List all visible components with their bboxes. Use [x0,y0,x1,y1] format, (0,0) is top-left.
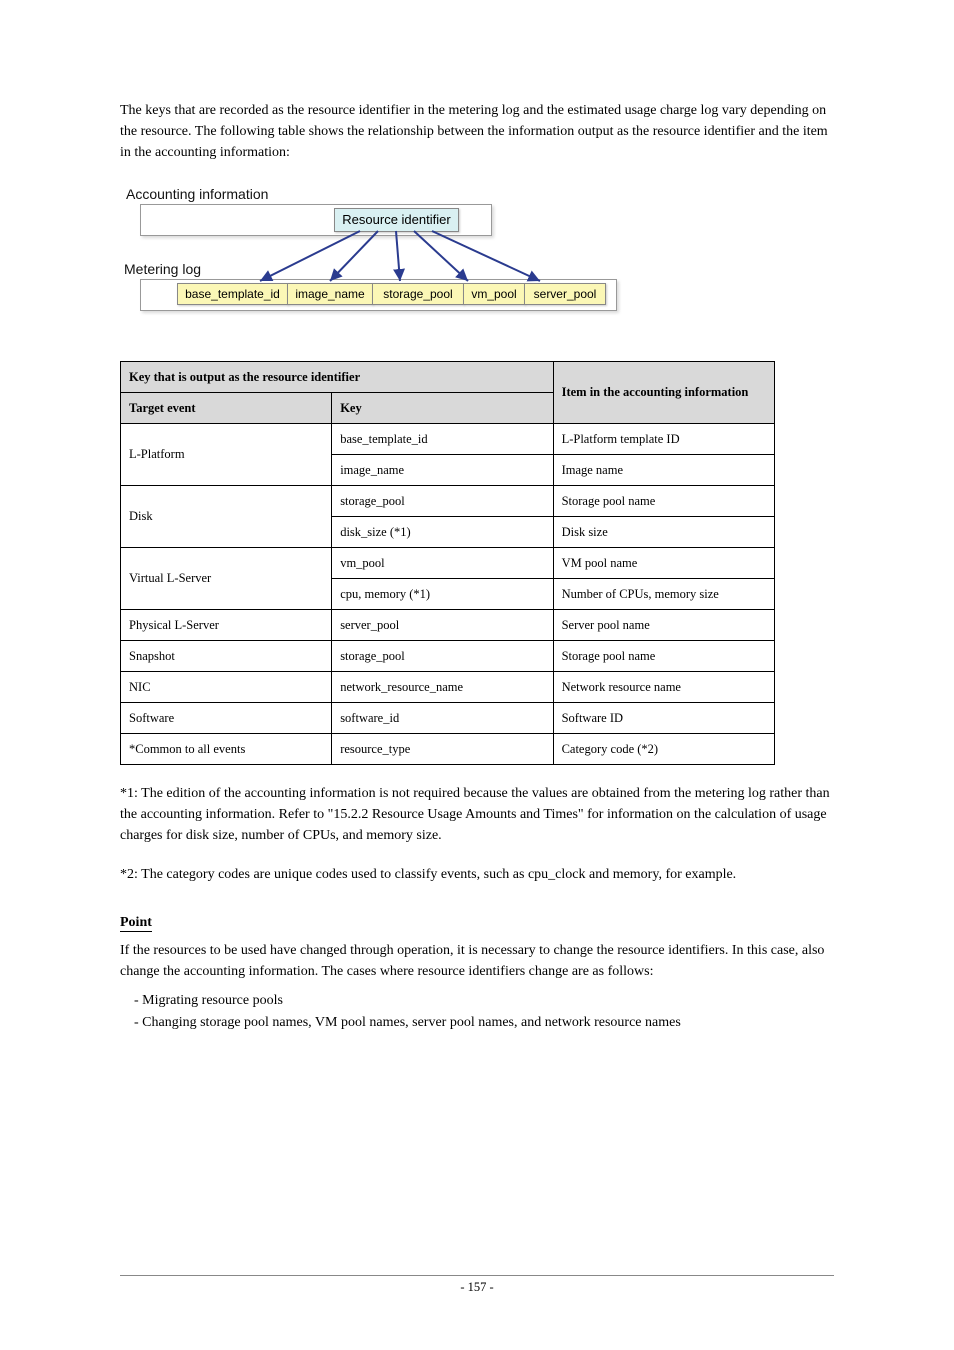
point-heading: Point [120,915,152,932]
table-cell: L-Platform template ID [553,424,774,455]
table-cell: base_template_id [332,424,553,455]
table-cell: Server pool name [553,610,774,641]
th-key: Key [332,393,553,424]
table-cell: Snapshot [121,641,332,672]
table-cell: Storage pool name [553,486,774,517]
table-cell: Category code (*2) [553,734,774,765]
table-cell: Number of CPUs, memory size [553,579,774,610]
table-cell: resource_type [332,734,553,765]
point-description: If the resources to be used have changed… [120,940,834,982]
table-cell: network_resource_name [332,672,553,703]
footer-page-number: - 157 - [460,1280,493,1295]
table-cell: Software [121,703,332,734]
footnote-2: *2: The category codes are unique codes … [120,864,834,885]
table-cell: cpu, memory (*1) [332,579,553,610]
table-cell: storage_pool [332,641,553,672]
diagram: Accounting information Resource identifi… [120,181,615,341]
table-cell: Software ID [553,703,774,734]
table-cell: server_pool [332,610,553,641]
table-cell: Disk [121,486,332,548]
table-cell: disk_size (*1) [332,517,553,548]
table-cell: Image name [553,455,774,486]
table-cell: NIC [121,672,332,703]
arrows-icon [120,181,615,341]
intro-paragraph: The keys that are recorded as the resour… [120,100,834,163]
table-cell: Virtual L-Server [121,548,332,610]
table-cell: image_name [332,455,553,486]
resource-table: Key that is output as the resource ident… [120,361,775,765]
table-cell: storage_pool [332,486,553,517]
page-footer: - 157 - [120,1275,834,1295]
table-cell: Network resource name [553,672,774,703]
table-cell: Storage pool name [553,641,774,672]
table-cell: Disk size [553,517,774,548]
table-cell: Physical L-Server [121,610,332,641]
footnote-1: *1: The edition of the accounting inform… [120,783,834,846]
table-cell: VM pool name [553,548,774,579]
th-target-event: Target event [121,393,332,424]
table-cell: *Common to all events [121,734,332,765]
table-cell: vm_pool [332,548,553,579]
list-item: - Changing storage pool names, VM pool n… [134,1012,834,1034]
list-item: - Migrating resource pools [134,990,834,1012]
table-cell: software_id [332,703,553,734]
th-key-output: Key that is output as the resource ident… [121,362,554,393]
table-cell: L-Platform [121,424,332,486]
th-item: Item in the accounting information [553,362,774,424]
